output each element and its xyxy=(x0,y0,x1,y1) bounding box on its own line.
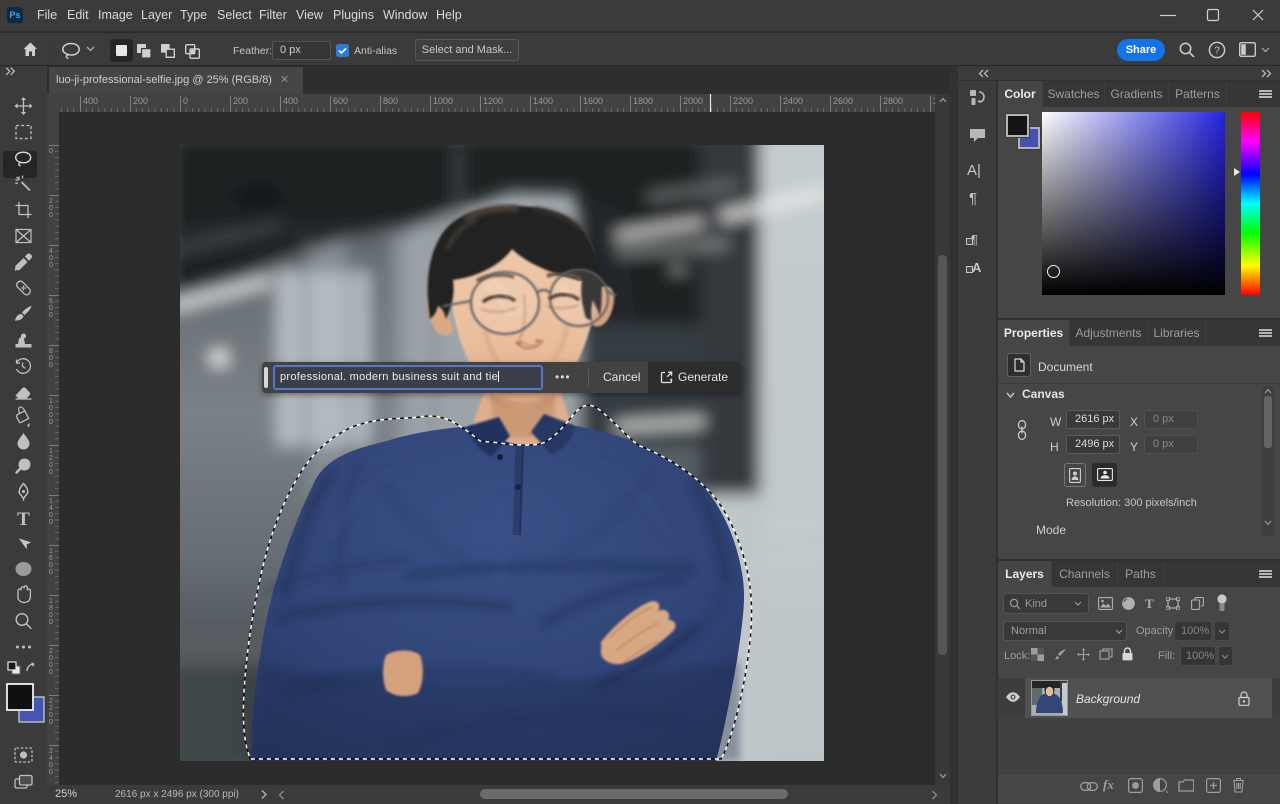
svg-text:1200: 1200 xyxy=(483,96,503,106)
svg-text:2800: 2800 xyxy=(883,96,903,106)
svg-text:0: 0 xyxy=(183,96,188,106)
svg-text:1400: 1400 xyxy=(533,96,553,106)
svg-text:1800: 1800 xyxy=(633,96,653,106)
svg-text:T: T xyxy=(17,509,30,530)
svg-text:200: 200 xyxy=(133,96,148,106)
svg-text:1000: 1000 xyxy=(433,96,453,106)
svg-text:600: 600 xyxy=(333,96,348,106)
svg-text:200: 200 xyxy=(233,96,248,106)
svg-text:2000: 2000 xyxy=(683,96,703,106)
svg-text:400: 400 xyxy=(283,96,298,106)
svg-text:2400: 2400 xyxy=(783,96,803,106)
svg-text:800: 800 xyxy=(383,96,398,106)
svg-text:2200: 2200 xyxy=(733,96,753,106)
svg-text:2600: 2600 xyxy=(833,96,853,106)
svg-text:400: 400 xyxy=(83,96,98,106)
svg-text:?: ? xyxy=(1214,46,1220,57)
svg-text:1600: 1600 xyxy=(583,96,603,106)
